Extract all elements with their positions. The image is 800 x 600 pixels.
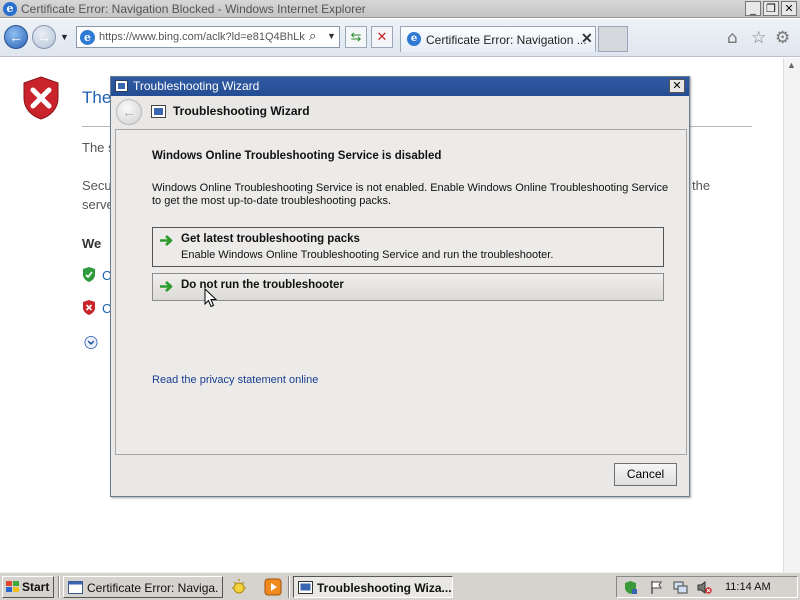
option1-description: Enable Windows Online Troubleshooting Se… bbox=[181, 249, 554, 261]
tab-label: Certificate Error: Navigation ... bbox=[426, 33, 587, 47]
minimize-button[interactable]: _ bbox=[745, 1, 761, 16]
system-tray: 11:14 AM bbox=[616, 576, 798, 598]
browser-tab[interactable]: e Certificate Error: Navigation ... ✕ bbox=[400, 26, 596, 52]
wizard-back-button[interactable]: ← bbox=[116, 99, 142, 125]
page-heading: The bbox=[82, 88, 112, 107]
dialog-close-button[interactable]: ✕ bbox=[669, 79, 685, 93]
windows-flag-icon bbox=[6, 581, 19, 592]
dialog-heading: Windows Online Troubleshooting Service i… bbox=[152, 150, 442, 162]
privacy-statement-link[interactable]: Read the privacy statement online bbox=[152, 374, 318, 386]
dialog-description: Windows Online Troubleshooting Service i… bbox=[152, 182, 669, 207]
history-dropdown-icon[interactable]: ▼ bbox=[60, 32, 69, 42]
network-icon[interactable] bbox=[673, 580, 688, 595]
window-title: Certificate Error: Navigation Blocked - … bbox=[21, 2, 366, 16]
taskbar-item-ie[interactable]: Certificate Error: Naviga... bbox=[63, 576, 223, 598]
wizard-taskbar-icon bbox=[298, 581, 313, 594]
search-icon[interactable]: ⌕ bbox=[309, 28, 316, 44]
troubleshooting-wizard-dialog: Troubleshooting Wizard ✕ ← Troubleshooti… bbox=[110, 76, 690, 497]
green-arrow-icon bbox=[160, 281, 173, 292]
dialog-header: ← Troubleshooting Wizard bbox=[111, 97, 689, 127]
start-button[interactable]: Start bbox=[2, 576, 54, 598]
taskbar-separator bbox=[288, 576, 290, 598]
tab-close-icon[interactable]: ✕ bbox=[581, 30, 593, 47]
dialog-title: Troubleshooting Wizard bbox=[133, 79, 260, 93]
tools-gear-icon[interactable]: ⚙ bbox=[775, 28, 790, 48]
page-scrollbar[interactable]: ▲ bbox=[783, 58, 800, 572]
stop-icon[interactable]: ✕ bbox=[371, 26, 393, 48]
dialog-titlebar: Troubleshooting Wizard ✕ bbox=[111, 77, 689, 96]
back-button[interactable]: ← bbox=[4, 25, 28, 49]
error-shield-icon bbox=[23, 76, 59, 120]
address-bar[interactable]: e https://www.bing.com/aclk?ld=e81Q4BhLk… bbox=[76, 26, 340, 48]
favorites-star-icon[interactable]: ☆ bbox=[751, 28, 766, 48]
cancel-button[interactable]: Cancel bbox=[614, 463, 677, 486]
green-shield-icon bbox=[83, 267, 95, 282]
expand-info-icon[interactable] bbox=[84, 335, 98, 350]
ie-titlebar: e Certificate Error: Navigation Blocked … bbox=[0, 0, 800, 18]
taskbar-item-wizard[interactable]: Troubleshooting Wiza... bbox=[293, 576, 453, 598]
scroll-up-icon[interactable]: ▲ bbox=[787, 60, 796, 70]
do-not-run-option[interactable]: Do not run the troubleshooter bbox=[152, 273, 664, 301]
ie-toolbar: ← → ▼ e https://www.bing.com/aclk?ld=e81… bbox=[0, 19, 800, 57]
page-icon: e bbox=[80, 30, 95, 45]
tab-page-icon: e bbox=[407, 32, 421, 46]
green-arrow-icon bbox=[160, 235, 173, 246]
red-shield-icon bbox=[83, 300, 95, 315]
address-url[interactable]: https://www.bing.com/aclk?ld=e81Q4BhLk bbox=[99, 31, 309, 43]
dialog-body: Windows Online Troubleshooting Service i… bbox=[115, 129, 687, 455]
forward-button[interactable]: → bbox=[32, 25, 56, 49]
page-text-line2-tail: the bbox=[692, 178, 711, 193]
media-player-icon[interactable] bbox=[264, 578, 282, 596]
ie-window-icon bbox=[68, 581, 83, 594]
taskbar-separator bbox=[58, 576, 60, 598]
security-shield-icon[interactable] bbox=[623, 580, 638, 595]
action-center-flag-icon[interactable] bbox=[649, 580, 664, 595]
get-latest-packs-option[interactable]: Get latest troubleshooting packs Enable … bbox=[152, 227, 664, 267]
wizard-window-icon bbox=[115, 80, 128, 92]
volume-muted-icon[interactable] bbox=[697, 580, 712, 595]
option1-title: Get latest troubleshooting packs bbox=[181, 233, 360, 245]
page-text-line2: Secu bbox=[82, 178, 112, 193]
wizard-header-title: Troubleshooting Wizard bbox=[173, 104, 310, 118]
new-tab-button[interactable] bbox=[598, 26, 628, 52]
taskbar: Start Certificate Error: Naviga... Troub… bbox=[0, 572, 800, 600]
home-icon[interactable]: ⌂ bbox=[727, 28, 738, 48]
address-dropdown-icon[interactable]: ▼ bbox=[327, 31, 336, 41]
maximize-button[interactable]: ❐ bbox=[763, 1, 779, 16]
close-window-button[interactable]: ✕ bbox=[781, 1, 797, 16]
ie-logo-icon: e bbox=[3, 2, 17, 16]
compatibility-refresh-icon[interactable]: ⇆ bbox=[345, 26, 367, 48]
mouse-pointer-icon bbox=[204, 288, 218, 308]
taskbar-item-ie-label: Certificate Error: Naviga... bbox=[87, 581, 219, 595]
wizard-header-icon bbox=[151, 105, 166, 118]
sun-gadget-icon[interactable] bbox=[230, 578, 248, 596]
start-label: Start bbox=[22, 580, 50, 594]
clock: 11:14 AM bbox=[725, 581, 771, 593]
page-bold-text: We bbox=[82, 236, 102, 251]
taskbar-item-wizard-label: Troubleshooting Wiza... bbox=[317, 581, 451, 595]
